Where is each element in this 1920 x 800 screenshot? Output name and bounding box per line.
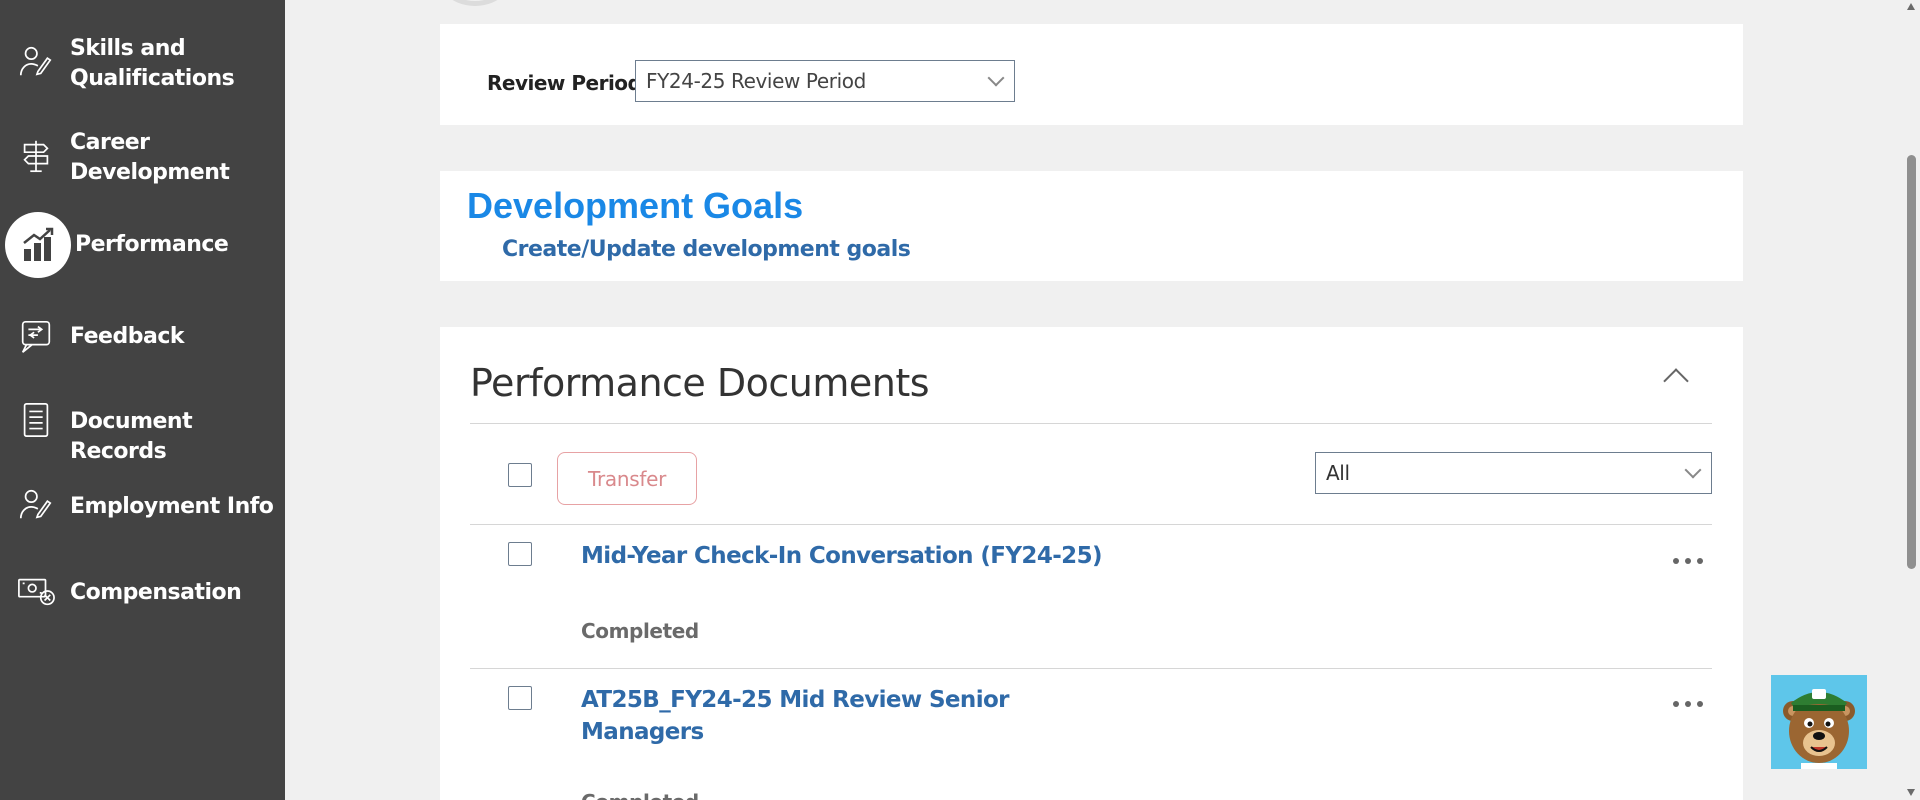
scroll-thumb[interactable] — [1907, 155, 1916, 569]
bar-chart-icon — [5, 212, 71, 278]
sidebar-item-skills-and-qualifications[interactable]: Skills and Qualifications — [0, 32, 285, 96]
chevron-down-icon — [1684, 461, 1702, 479]
review-period-label: Review Period — [487, 71, 642, 95]
mascot-chat-button[interactable] — [1771, 675, 1867, 769]
signpost-icon — [16, 136, 56, 176]
sidebar-item-label: Performance — [75, 232, 229, 257]
vertical-scrollbar[interactable] — [1903, 0, 1920, 800]
sidebar-item-label: Employment Info — [70, 494, 274, 519]
scroll-up-icon[interactable] — [1907, 3, 1915, 10]
sidebar-item-label: Skills and Qualifications — [70, 36, 235, 91]
document-status: Completed — [581, 790, 699, 800]
chevron-up-icon[interactable] — [1663, 368, 1689, 394]
document-filter-value: All — [1326, 461, 1350, 485]
sidebar-item-feedback[interactable]: Feedback — [0, 315, 285, 360]
document-status: Completed — [581, 619, 699, 643]
money-icon — [16, 571, 56, 611]
select-all-checkbox[interactable] — [508, 463, 532, 487]
sidebar-item-label: Document Records — [70, 409, 193, 464]
sidebar-item-document-records[interactable]: Document Records — [0, 400, 285, 464]
avatar-arc — [430, 0, 520, 6]
development-goals-panel: Development Goals Create/Update developm… — [440, 171, 1743, 281]
transfer-button[interactable]: Transfer — [557, 452, 697, 505]
review-period-panel: Review Period FY24-25 Review Period — [440, 24, 1743, 125]
sidebar-item-employment-info[interactable]: Employment Info — [0, 485, 285, 530]
sidebar-item-label: Compensation — [70, 580, 242, 605]
sidebar-item-label: Career Development — [70, 130, 230, 185]
divider — [470, 524, 1712, 525]
document-title-link[interactable]: AT25B_FY24-25 Mid Review Senior Managers — [581, 684, 1010, 748]
document-row-checkbox[interactable] — [508, 686, 532, 710]
sidebar-item-performance[interactable]: Performance — [0, 212, 285, 278]
more-options-icon[interactable] — [1673, 697, 1703, 711]
person-pen-icon — [16, 485, 56, 525]
performance-documents-panel: Performance Documents Transfer All Mid-Y… — [440, 327, 1743, 800]
review-period-value: FY24-25 Review Period — [646, 69, 866, 93]
chevron-down-icon — [987, 69, 1005, 87]
scroll-down-icon[interactable] — [1907, 789, 1915, 796]
document-title-link[interactable]: Mid-Year Check-In Conversation (FY24-25) — [581, 540, 1103, 572]
more-options-icon[interactable] — [1673, 554, 1703, 568]
review-period-select[interactable]: FY24-25 Review Period — [635, 60, 1015, 102]
sidebar-item-label: Feedback — [70, 324, 185, 349]
document-row-checkbox[interactable] — [508, 542, 532, 566]
create-update-development-goals-link[interactable]: Create/Update development goals — [502, 237, 911, 262]
performance-documents-title: Performance Documents — [470, 361, 930, 405]
document-filter-select[interactable]: All — [1315, 452, 1712, 494]
sidebar: Skills and Qualifications Career Develop… — [0, 0, 285, 800]
feedback-icon — [16, 317, 56, 357]
sidebar-item-career-development[interactable]: Career Development — [0, 126, 285, 190]
bear-mascot-icon — [1783, 689, 1855, 769]
development-goals-title: Development Goals — [467, 185, 804, 226]
divider — [470, 423, 1712, 424]
document-icon — [16, 400, 56, 440]
divider — [470, 668, 1712, 669]
person-pen-icon — [16, 42, 56, 82]
sidebar-item-compensation[interactable]: Compensation — [0, 571, 285, 616]
